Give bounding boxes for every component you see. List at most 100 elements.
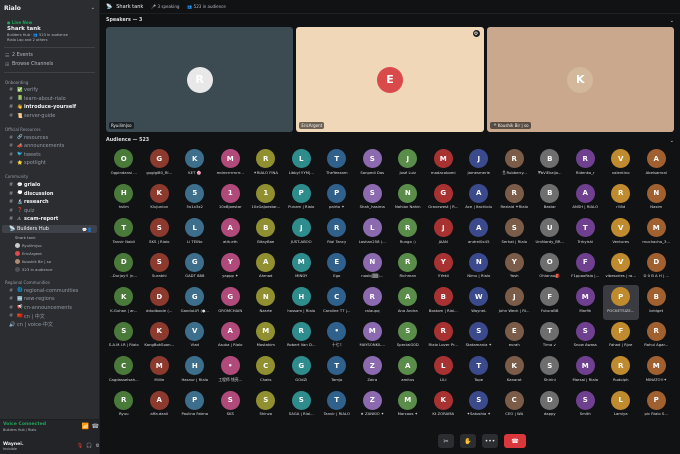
audience-member[interactable]: Vvibesories | ra... [603, 251, 639, 286]
audience-member[interactable]: R Robert Van D... [284, 320, 320, 355]
audience-member[interactable]: Rr!l8d [603, 182, 639, 217]
audience-member[interactable]: B Bastar [532, 182, 568, 217]
audience-member[interactable]: M Marcoos ✦ [390, 389, 426, 424]
audience-member[interactable]: A Asuka | Rialo [213, 320, 249, 355]
user-info[interactable]: Waynei. Invisible [3, 442, 24, 451]
audience-member[interactable]: O Ogpindansi ... [106, 147, 142, 182]
audience-member[interactable]: S SAGA | Rial... [284, 389, 320, 424]
audience-member[interactable]: V Ventures [603, 216, 639, 251]
disconnect-icon[interactable]: ☎ [92, 423, 99, 430]
channel-item[interactable]: 🔊 cn | voice-中文 [2, 321, 97, 330]
category-header[interactable]: Official Resources [0, 125, 99, 133]
audience-member[interactable]: M Marsal | Rialo [568, 354, 604, 389]
audience-member[interactable]: P Punam | Rialo [284, 182, 320, 217]
audience-member[interactable]: B ⛨bViEkaljo... [532, 147, 568, 182]
audience-member[interactable]: E Ego [319, 251, 355, 286]
audience-member[interactable]: Hhslim [106, 182, 142, 217]
audience-member[interactable]: G GADT 888 [177, 251, 213, 286]
channel-item[interactable]: # ✅ verify [2, 86, 97, 95]
stage-more[interactable]: 523 in audience [0, 265, 99, 273]
audience-member[interactable]: Rralaupq [355, 285, 391, 320]
channel-item[interactable]: # 🐦 tweets [2, 151, 97, 160]
stage-user[interactable]: Ryuilim|so [0, 241, 99, 249]
audience-member[interactable]: M MINATO!!✦ [639, 354, 675, 389]
category-header[interactable]: Regional Communities [0, 278, 99, 286]
audience-member[interactable]: S SKS | Rialo [142, 216, 178, 251]
audience-member[interactable]: A Ana Andra [390, 285, 426, 320]
speaker-tile[interactable]: R Ryuilim|so [106, 27, 294, 132]
audience-member[interactable]: R Rungo :) [390, 216, 426, 251]
audience-member[interactable]: 1 10xGaJoestar... [248, 182, 284, 217]
audience-member[interactable]: G Gravewest | R... [426, 182, 462, 217]
audience-member[interactable]: G GROMCHAIN [213, 285, 249, 320]
audience-member[interactable]: N Nzarte [248, 285, 284, 320]
audience-member[interactable]: J José Luiz [390, 147, 426, 182]
stage-user[interactable]: EricArgent [0, 249, 99, 257]
more-button[interactable]: ••• [482, 434, 498, 448]
audience-member[interactable]: T TheYeezam [319, 147, 355, 182]
audience-member[interactable]: S Smith [568, 389, 604, 424]
audience-member[interactable]: R Ridenko_r [568, 147, 604, 182]
audience-member[interactable]: K Kt ZORAMA [426, 389, 462, 424]
audience-member[interactable]: R Rial Tancy [319, 216, 355, 251]
audience-member[interactable]: S Statamania ✦ [461, 320, 497, 355]
audience-member[interactable]: S Snow Awass [568, 320, 604, 355]
audience-member[interactable]: U UmNardy_BR... [532, 216, 568, 251]
channel-item[interactable]: # 📢 cn-announcements [2, 304, 97, 313]
audience-member[interactable]: Ggugigi80_RI... [142, 147, 178, 182]
live-stage-card[interactable]: ● Live Now Shark tank Builders Hub · 👥 5… [4, 18, 95, 44]
audience-member[interactable]: Aatik.eth [213, 216, 249, 251]
audience-member[interactable]: P POCKETSIZE... [603, 285, 639, 320]
audience-member[interactable]: O Ohlanno🎒 [532, 251, 568, 286]
audience-member[interactable]: C Caroline TT |... [319, 285, 355, 320]
audience-member[interactable]: 1 10xBJoestar [213, 182, 249, 217]
audience-member[interactable]: C Chaks [248, 354, 284, 389]
audience-member[interactable]: Ppic Rialo S... [639, 389, 675, 424]
audience-member[interactable]: Aandrei0x45 [461, 216, 497, 251]
audience-member[interactable]: T Tamjo [319, 354, 355, 389]
add-member-icon[interactable]: 💬👤 [82, 227, 92, 232]
audience-member[interactable]: Ddappy [532, 389, 568, 424]
audience-member[interactable]: J John Weck | RI... [497, 285, 533, 320]
audience-member[interactable]: T Tanvir | RIALO [319, 389, 355, 424]
audience-member[interactable]: Mmadacobomi [426, 147, 462, 182]
audience-member[interactable]: S S.A.M.I.R | Rialo [106, 320, 142, 355]
audience-member[interactable]: Vvalentino [603, 147, 639, 182]
channel-item[interactable]: # 📜 server-guide [2, 112, 97, 121]
gear-icon[interactable]: ⚙ [472, 30, 480, 37]
speakers-heading[interactable]: Speakers — 3 ⌄ [100, 14, 680, 27]
audience-member[interactable]: Aaffa.danil [142, 389, 178, 424]
audience-member[interactable]: Nnoob(▒▒)... [355, 251, 391, 286]
audience-member[interactable]: L Li TEINo [177, 216, 213, 251]
audience-member[interactable]: M MINDY [284, 251, 320, 286]
server-header[interactable]: Rialo ⌄ [0, 0, 99, 16]
audience-member[interactable]: S SKS [213, 389, 249, 424]
audience-member[interactable]: R Rialo Lover Pr... [426, 320, 462, 355]
audience-member[interactable]: J Jamesmerie [461, 147, 497, 182]
channel-item[interactable]: # 📗 learn-about-rialo [2, 95, 97, 104]
audience-heading[interactable]: Audience — 523 ⌄ [100, 134, 680, 147]
audience-member[interactable]: P Paulina Fatma [177, 389, 213, 424]
signal-icon[interactable]: 📶 [82, 423, 89, 430]
audience-member[interactable]: V Vlad [177, 320, 213, 355]
audience-member[interactable]: Z Zaira [355, 354, 391, 389]
channel-item[interactable]: # 🇨🇳 cn | 中文 [2, 312, 97, 321]
audience-member[interactable]: W WayneL [461, 285, 497, 320]
audience-member[interactable]: S ✦Satoshia ✦ [461, 389, 497, 424]
channel-item[interactable]: # 🌐 regional-communities [2, 286, 97, 295]
audience-member[interactable]: M MAYSONKIL... [355, 320, 391, 355]
channel-item[interactable]: # ❓ quiz [2, 207, 97, 216]
speaker-tile[interactable]: K 🎤 Koushik Bir | so [486, 27, 674, 132]
audience-member[interactable]: M Mostakim [248, 320, 284, 355]
audience-member[interactable]: S Sanpedi Das [355, 147, 391, 182]
audience-member[interactable]: N Nahian Nahin [390, 182, 426, 217]
channel-item[interactable]: # 💭 discussion [2, 189, 97, 198]
audience-member[interactable]: M Marfik [568, 285, 604, 320]
audience-member[interactable]: R ✦RIALO FINA [248, 147, 284, 182]
audience-member[interactable]: Y !!Yekii [426, 251, 462, 286]
audience-member[interactable]: L Libby!!!YM|... [284, 147, 320, 182]
audience-member[interactable]: A Ace | Itachiolu [461, 182, 497, 217]
raise-hand-button[interactable]: ✋ [460, 434, 476, 448]
audience-member[interactable]: Y Yash [497, 251, 533, 286]
channel-item[interactable]: # 🆕 new-regions [2, 295, 97, 304]
